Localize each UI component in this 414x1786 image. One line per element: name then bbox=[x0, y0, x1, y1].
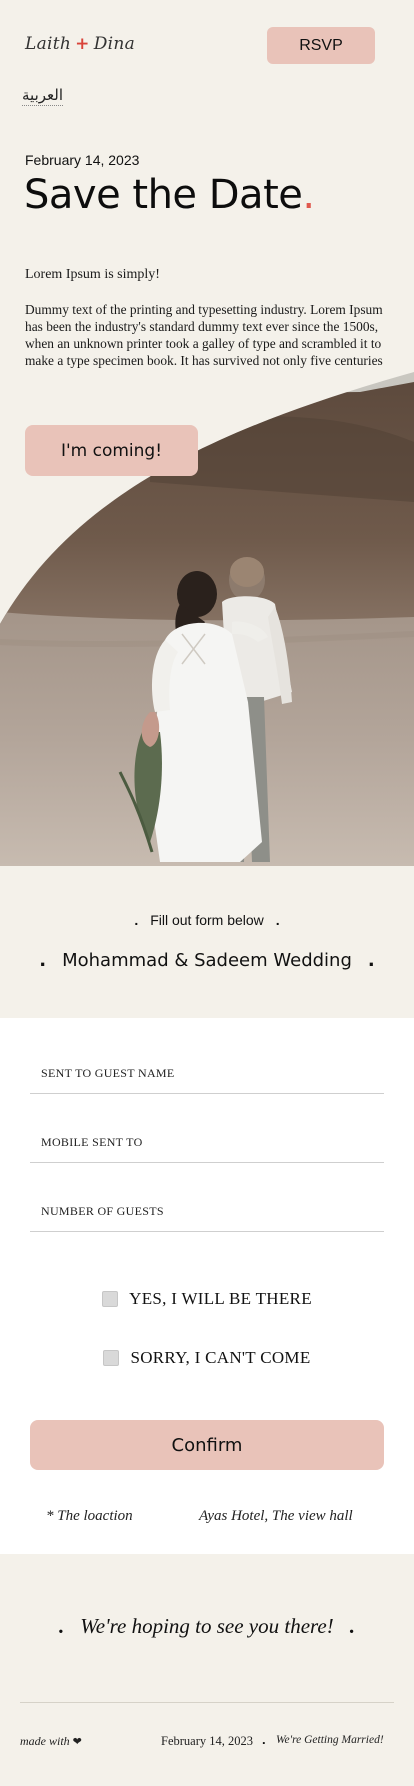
wedding-title: . Mohammad & Sadeem Wedding. bbox=[0, 950, 414, 971]
title-accent-dot: . bbox=[302, 172, 315, 218]
separator-dot: . bbox=[349, 1614, 355, 1638]
footer-separator-dot: . bbox=[262, 1732, 266, 1747]
page-title: Save the Date. bbox=[24, 172, 315, 218]
closing-message-text: We're hoping to see you there! bbox=[80, 1614, 334, 1638]
logo-name-right: Dina bbox=[93, 34, 136, 54]
separator-dot: . bbox=[275, 912, 280, 928]
attend-no-label: SORRY, I CAN'T COME bbox=[130, 1348, 311, 1367]
guest-name-input[interactable] bbox=[30, 1066, 384, 1081]
mobile-input[interactable] bbox=[30, 1135, 384, 1150]
form-instruction-text: Fill out form below bbox=[150, 912, 264, 928]
footer-divider bbox=[20, 1702, 394, 1703]
guests-count-field-wrapper bbox=[30, 1192, 384, 1232]
location-label: * The loaction bbox=[46, 1508, 133, 1524]
made-with-text: made with bbox=[20, 1734, 70, 1748]
description-text: Dummy text of the printing and typesetti… bbox=[25, 302, 383, 368]
separator-dot: . bbox=[134, 912, 139, 928]
guests-count-input[interactable] bbox=[30, 1204, 384, 1219]
header: Laith + Dina RSVP bbox=[0, 0, 414, 90]
mobile-field-wrapper bbox=[30, 1123, 384, 1163]
form-intro-section: . Fill out form below. . Mohammad & Sadeem… bbox=[0, 866, 414, 1018]
separator-dot: . bbox=[39, 950, 47, 971]
rsvp-button[interactable]: RSVP bbox=[267, 27, 375, 64]
guest-name-field-wrapper bbox=[30, 1054, 384, 1094]
confirm-button[interactable]: Confirm bbox=[30, 1420, 384, 1470]
event-date: February 14, 2023 bbox=[25, 152, 140, 168]
location-value: Ayas Hotel, The view hall bbox=[199, 1508, 353, 1524]
logo-name-left: Laith bbox=[25, 34, 72, 54]
attend-no-option[interactable]: SORRY, I CAN'T COME bbox=[0, 1348, 414, 1368]
closing-message: . We're hoping to see you there!. bbox=[0, 1614, 414, 1639]
attend-yes-option[interactable]: YES, I WILL BE THERE bbox=[0, 1289, 414, 1309]
page-title-text: Save the Date bbox=[24, 172, 303, 218]
closing-section: . We're hoping to see you there!. made wi… bbox=[0, 1554, 414, 1786]
separator-dot: . bbox=[58, 1614, 65, 1638]
wedding-title-text: Mohammad & Sadeem Wedding bbox=[62, 950, 352, 971]
checkbox-icon[interactable] bbox=[103, 1350, 120, 1366]
lead-text: Lorem Ipsum is simply! bbox=[25, 267, 160, 282]
heart-icon: ❤ bbox=[72, 1736, 82, 1748]
footer-date: February 14, 2023 bbox=[161, 1734, 253, 1748]
rsvp-form: YES, I WILL BE THERE SORRY, I CAN'T COME… bbox=[0, 1018, 414, 1554]
made-with-credit: made with ❤ bbox=[20, 1734, 82, 1749]
im-coming-button[interactable]: I'm coming! bbox=[25, 425, 198, 476]
attend-yes-label: YES, I WILL BE THERE bbox=[129, 1289, 312, 1308]
checkbox-icon[interactable] bbox=[102, 1291, 119, 1307]
separator-dot: . bbox=[367, 950, 375, 971]
logo[interactable]: Laith + Dina bbox=[25, 34, 135, 54]
form-instruction: . Fill out form below. bbox=[0, 912, 414, 928]
language-switch-link[interactable]: العربية bbox=[22, 86, 63, 106]
footer-tagline: We're Getting Married! bbox=[276, 1734, 384, 1746]
logo-plus: + bbox=[75, 34, 90, 54]
wedding-invitation-page: Laith + Dina RSVP العربية February 14, 202… bbox=[0, 0, 414, 1786]
